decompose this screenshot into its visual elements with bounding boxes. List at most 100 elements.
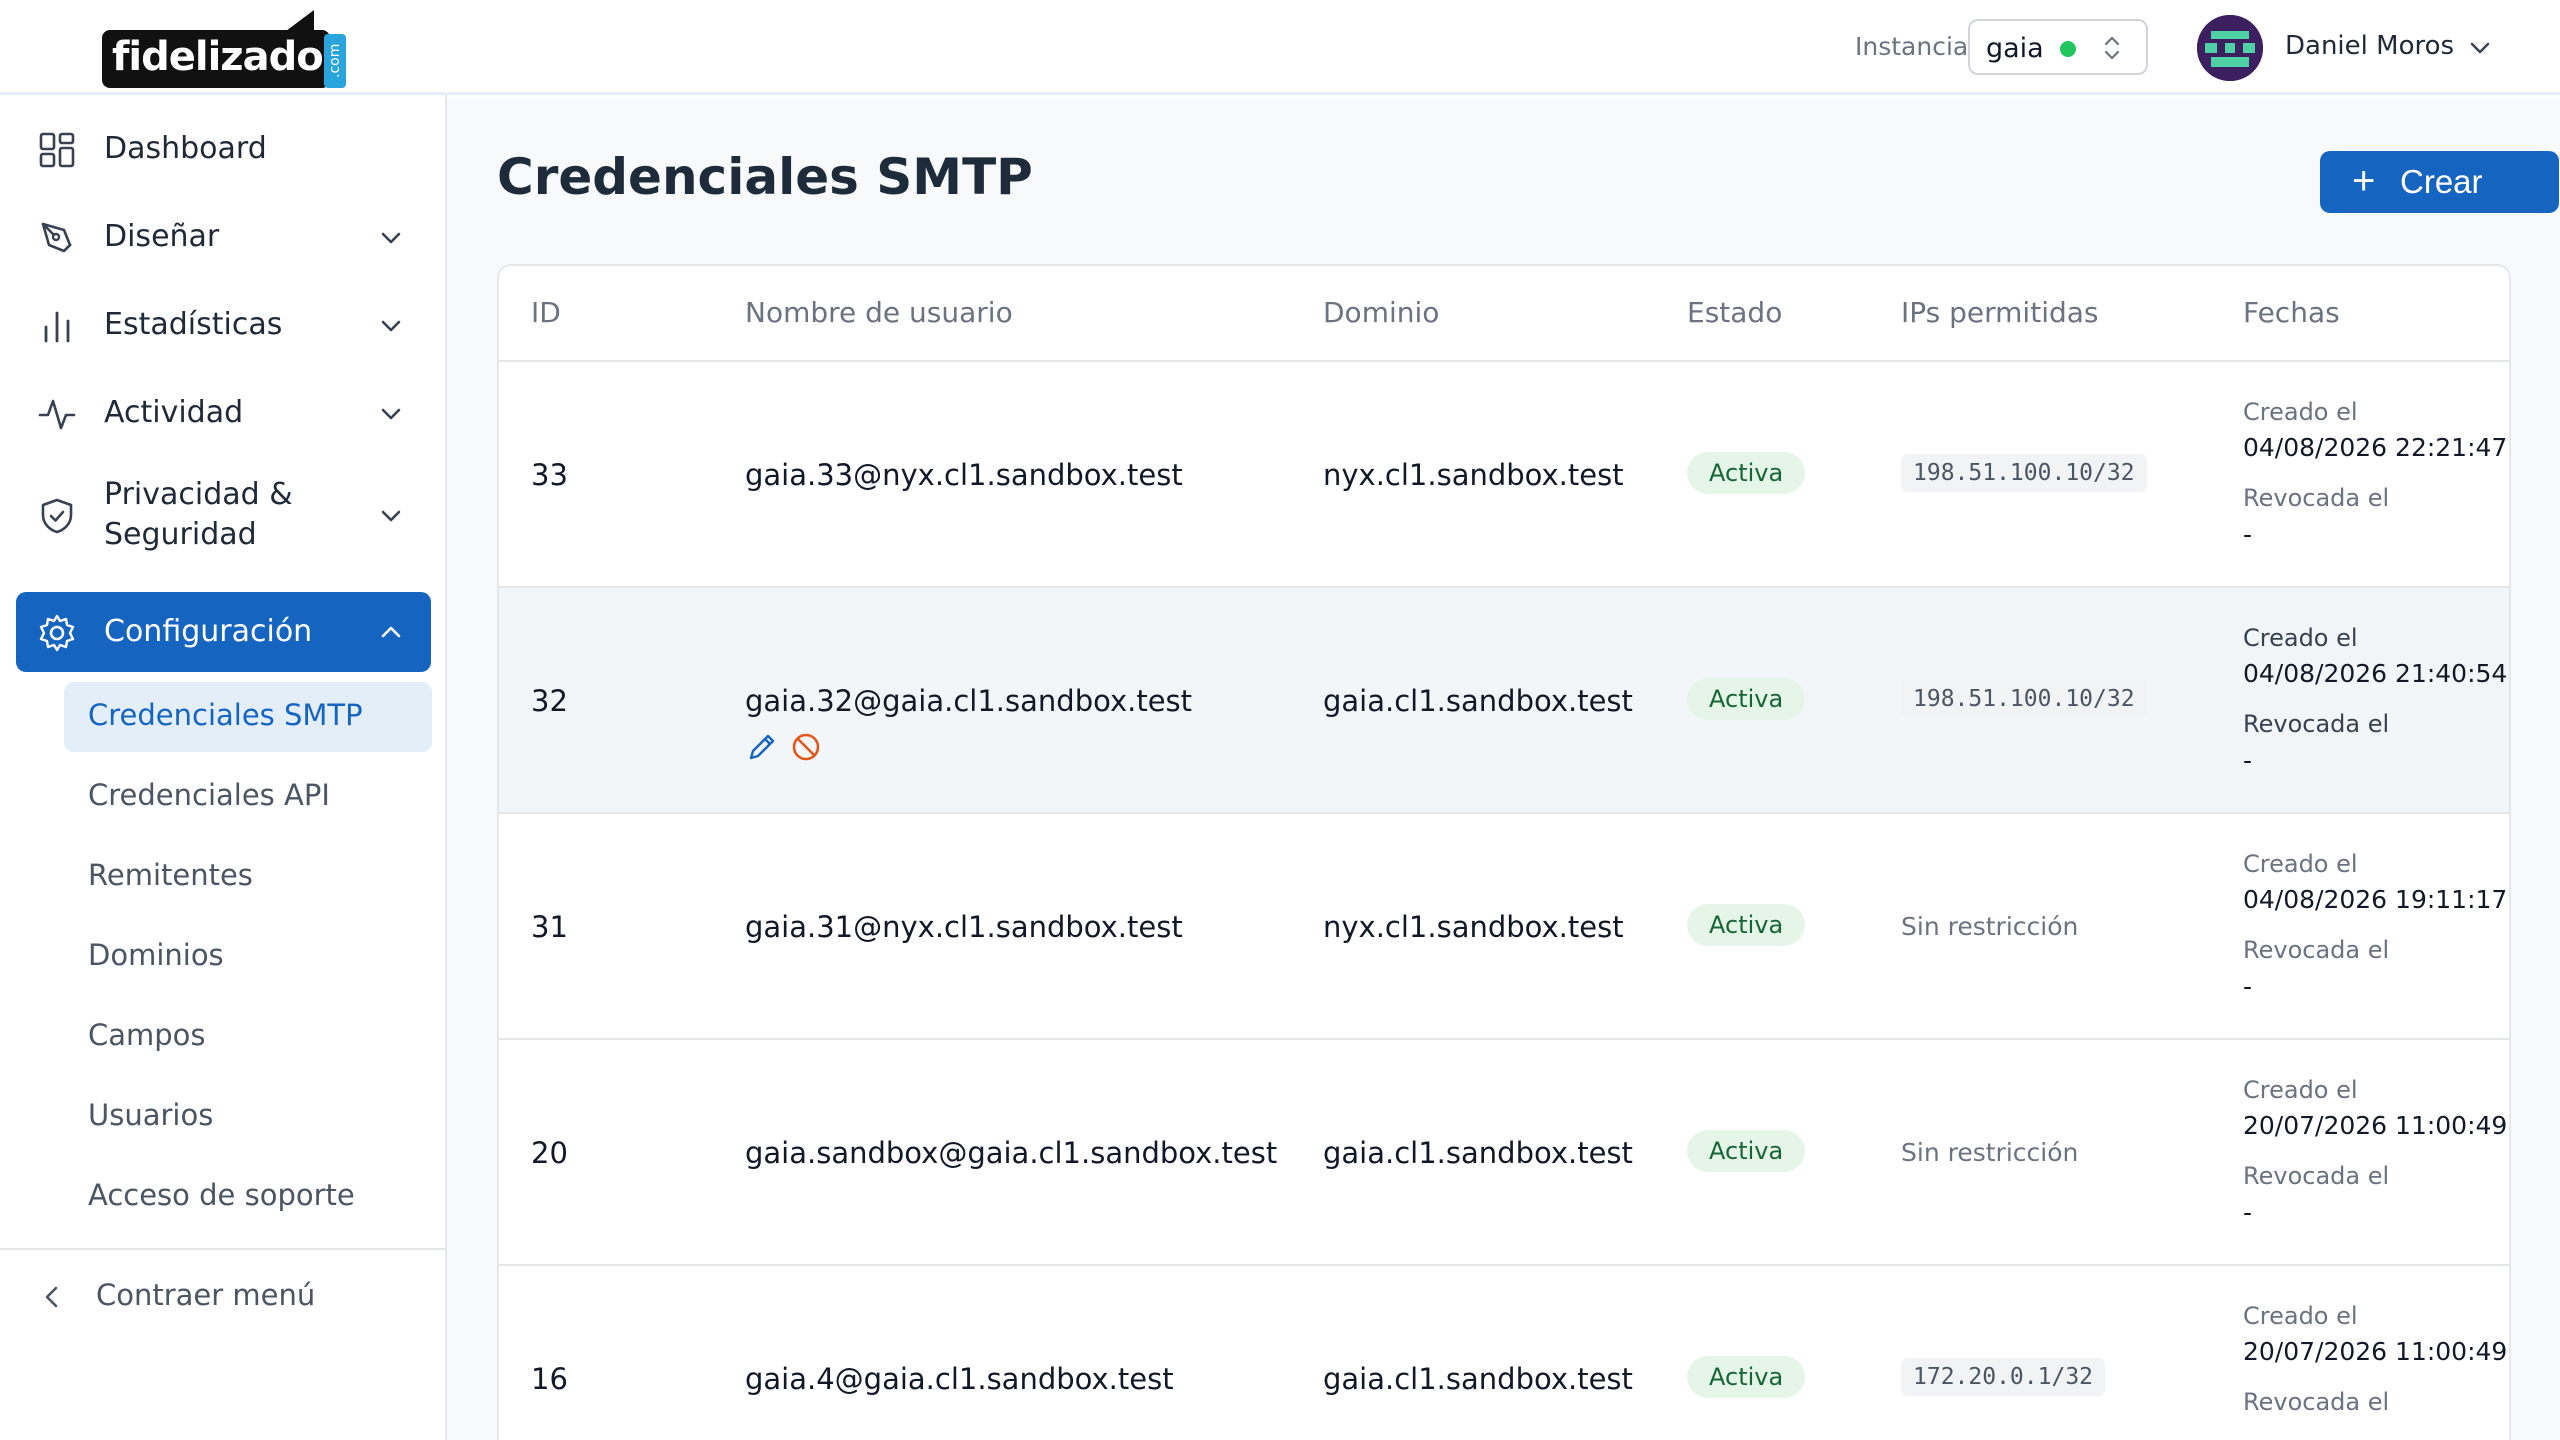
allowed-ip: Sin restricción bbox=[1901, 1138, 2079, 1167]
logo-suffix: .com bbox=[324, 34, 346, 88]
row-username: gaia.33@nyx.cl1.sandbox.test bbox=[745, 458, 1183, 492]
main-content: Credenciales SMTP + Crear ID Nombre de u… bbox=[447, 98, 2560, 1440]
row-domain: nyx.cl1.sandbox.test bbox=[1323, 910, 1624, 944]
table-row[interactable]: 33 gaia.33@nyx.cl1.sandbox.test nyx.cl1.… bbox=[499, 362, 2509, 588]
sidebar-item-label-line2: Seguridad bbox=[104, 517, 257, 552]
column-header-dates: Fechas bbox=[2243, 296, 2340, 329]
revoked-label: Revocada el bbox=[2243, 936, 2390, 964]
top-bar: fidelizador .com Instancia gaia Daniel M… bbox=[0, 0, 2560, 95]
sidebar-item-actividad[interactable]: Actividad bbox=[16, 373, 431, 453]
table-row[interactable]: 32 gaia.32@gaia.cl1.sandbox.test gaia.cl… bbox=[499, 588, 2509, 814]
row-id: 31 bbox=[531, 910, 568, 944]
created-date: 04/08/2026 19:11:17 bbox=[2243, 885, 2508, 914]
status-badge: Activa bbox=[1687, 1356, 1806, 1398]
revoked-date: - bbox=[2243, 746, 2253, 775]
sidebar-subitem-label: Acceso de soporte bbox=[88, 1178, 355, 1212]
shield-icon bbox=[41, 498, 73, 534]
sidebar-item-privacidad[interactable]: Privacidad & Seguridad bbox=[16, 461, 431, 571]
row-username: gaia.4@gaia.cl1.sandbox.test bbox=[745, 1362, 1174, 1396]
revoked-label: Revocada el bbox=[2243, 710, 2390, 738]
created-date: 04/08/2026 21:40:54 bbox=[2243, 659, 2508, 688]
revoked-label: Revocada el bbox=[2243, 1162, 2390, 1190]
revoked-date: - bbox=[2243, 520, 2253, 549]
column-header-domain: Dominio bbox=[1323, 296, 1440, 329]
created-label: Creado el bbox=[2243, 1302, 2358, 1330]
column-header-username: Nombre de usuario bbox=[745, 296, 1013, 329]
sidebar-item-label: Estadísticas bbox=[104, 307, 283, 342]
create-button-label: Crear bbox=[2400, 163, 2483, 200]
chevron-down-icon bbox=[381, 320, 401, 332]
row-id: 33 bbox=[531, 458, 568, 492]
select-arrows-icon bbox=[2104, 36, 2120, 60]
sidebar-item-label: Privacidad & bbox=[104, 477, 293, 512]
chevron-down-icon[interactable] bbox=[2465, 34, 2495, 62]
sidebar-item-dashboard[interactable]: Dashboard bbox=[16, 109, 431, 189]
table-row[interactable]: 20 gaia.sandbox@gaia.cl1.sandbox.test ga… bbox=[499, 1040, 2509, 1266]
user-name[interactable]: Daniel Moros bbox=[2285, 31, 2454, 61]
row-username: gaia.sandbox@gaia.cl1.sandbox.test bbox=[745, 1136, 1278, 1170]
row-username: gaia.32@gaia.cl1.sandbox.test bbox=[745, 684, 1193, 718]
column-header-ips: IPs permitidas bbox=[1901, 296, 2099, 329]
status-badge: Activa bbox=[1687, 904, 1806, 946]
gear-icon bbox=[39, 614, 75, 652]
row-id: 32 bbox=[531, 684, 568, 718]
create-button[interactable]: + Crear bbox=[2320, 151, 2559, 213]
chevron-down-icon bbox=[381, 232, 401, 244]
sidebar-subitem-label: Credenciales API bbox=[88, 778, 330, 812]
chevron-left-icon bbox=[45, 1286, 58, 1308]
instance-label: Instancia bbox=[1855, 32, 1969, 61]
created-date: 04/08/2026 22:21:47 bbox=[2243, 433, 2508, 462]
row-id: 20 bbox=[531, 1136, 568, 1170]
allowed-ip: Sin restricción bbox=[1901, 912, 2079, 941]
sidebar-item-label: Configuración bbox=[104, 614, 313, 649]
table-header: ID Nombre de usuario Dominio Estado IPs … bbox=[499, 266, 2509, 362]
table-row[interactable]: 31 gaia.31@nyx.cl1.sandbox.test nyx.cl1.… bbox=[499, 814, 2509, 1040]
sidebar-subitem-usuarios[interactable]: Usuarios bbox=[64, 1082, 432, 1152]
sidebar-subitem-label: Usuarios bbox=[88, 1098, 214, 1132]
instance-select[interactable]: gaia bbox=[1968, 19, 2148, 75]
avatar-pixel-icon bbox=[2197, 15, 2263, 81]
sidebar-subitem-campos[interactable]: Campos bbox=[64, 1002, 432, 1072]
revoke-ban-icon[interactable] bbox=[789, 730, 823, 764]
sidebar-subitem-remitentes[interactable]: Remitentes bbox=[64, 842, 432, 912]
sidebar-subitem-label: Campos bbox=[88, 1018, 206, 1052]
sidebar-item-estadisticas[interactable]: Estadísticas bbox=[16, 285, 431, 365]
created-label: Creado el bbox=[2243, 850, 2358, 878]
sidebar-subitem-credenciales-smtp[interactable]: Credenciales SMTP bbox=[64, 682, 432, 752]
allowed-ip: 198.51.100.10/32 bbox=[1901, 454, 2147, 492]
activity-icon bbox=[38, 399, 76, 430]
sidebar-subitem-credenciales-api[interactable]: Credenciales API bbox=[64, 762, 432, 832]
sidebar-item-label: Actividad bbox=[104, 395, 244, 430]
table-row[interactable]: 16 gaia.4@gaia.cl1.sandbox.test gaia.cl1… bbox=[499, 1266, 2509, 1440]
row-domain: gaia.cl1.sandbox.test bbox=[1323, 684, 1633, 718]
row-domain: nyx.cl1.sandbox.test bbox=[1323, 458, 1624, 492]
chevron-up-icon bbox=[381, 626, 401, 638]
status-badge: Activa bbox=[1687, 678, 1806, 720]
sidebar-item-label: Diseñar bbox=[104, 219, 220, 254]
allowed-ip: 198.51.100.10/32 bbox=[1901, 680, 2147, 718]
sidebar-item-disenar[interactable]: Diseñar bbox=[16, 197, 431, 277]
revoked-label: Revocada el bbox=[2243, 1388, 2390, 1416]
row-domain: gaia.cl1.sandbox.test bbox=[1323, 1136, 1633, 1170]
column-header-id: ID bbox=[531, 296, 561, 329]
column-header-status: Estado bbox=[1687, 296, 1783, 329]
avatar[interactable] bbox=[2197, 15, 2263, 81]
row-username: gaia.31@nyx.cl1.sandbox.test bbox=[745, 910, 1183, 944]
status-badge: Activa bbox=[1687, 1130, 1806, 1172]
logo-text: fidelizador bbox=[112, 34, 342, 80]
sidebar: Dashboard Diseñar Estadísticas Actividad bbox=[0, 95, 447, 1440]
chevron-down-icon bbox=[381, 510, 401, 522]
created-label: Creado el bbox=[2243, 398, 2358, 426]
sidebar-item-label: Dashboard bbox=[104, 131, 267, 166]
revoked-date: - bbox=[2243, 1198, 2253, 1227]
collapse-menu-button[interactable]: Contraer menú bbox=[0, 1248, 445, 1344]
edit-pencil-icon[interactable] bbox=[745, 730, 779, 764]
sidebar-item-configuracion[interactable]: Configuración bbox=[16, 592, 431, 672]
sidebar-subitem-acceso-soporte[interactable]: Acceso de soporte bbox=[64, 1162, 432, 1232]
dashboard-icon bbox=[39, 132, 75, 168]
chevron-down-icon bbox=[381, 408, 401, 420]
fidelizador-logo[interactable]: fidelizador .com bbox=[102, 10, 347, 88]
sidebar-subitem-dominios[interactable]: Dominios bbox=[64, 922, 432, 992]
created-date: 20/07/2026 11:00:49 bbox=[2243, 1111, 2508, 1140]
revoked-label: Revocada el bbox=[2243, 484, 2390, 512]
